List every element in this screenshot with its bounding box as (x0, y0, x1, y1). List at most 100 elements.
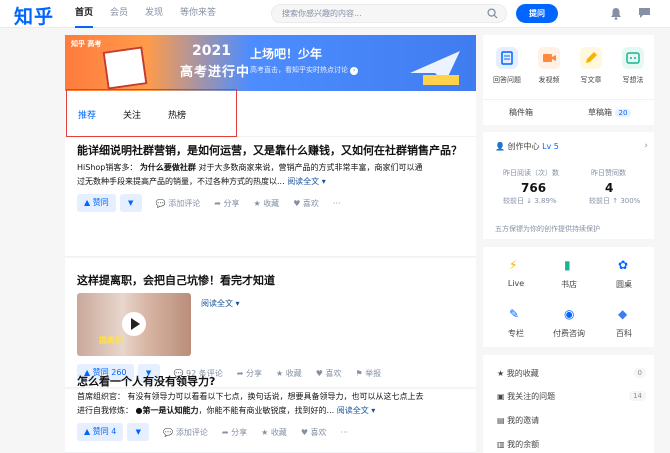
nav-home[interactable]: 首页 (75, 0, 94, 28)
chevron-right-icon[interactable]: › (644, 141, 648, 151)
video-label[interactable]: 发视频 (529, 75, 569, 85)
zhihu-logo[interactable]: 知乎 (14, 2, 54, 29)
creator-center-header[interactable]: 👤 创作中心 Lv 5 (495, 141, 559, 152)
upvote-label: 赞同 4 (92, 427, 117, 436)
comment-button[interactable]: 💬 添加评论 (156, 198, 201, 209)
level-badge: Lv 5 (542, 142, 559, 151)
search-icon[interactable] (487, 8, 498, 22)
read-all-link[interactable]: 阅读全文 (287, 177, 319, 186)
thumbnail-caption: 提离职 (99, 336, 123, 345)
collect-label: 收藏 (270, 427, 287, 437)
read-all-link[interactable]: 阅读全文 (337, 406, 369, 415)
divider (483, 99, 654, 100)
answer-question-icon[interactable] (496, 47, 518, 69)
downvote-button[interactable]: ▼ (119, 194, 142, 212)
my-invitations-label: 我的邀请 (507, 416, 540, 425)
share-button[interactable]: ➦ 分享 (222, 427, 247, 438)
my-collections-link[interactable]: ★ 我的收藏 (497, 368, 539, 379)
notification-bell-icon[interactable] (610, 7, 622, 23)
card-excerpt[interactable]: 阅读全文 ▾ (201, 297, 321, 311)
nav-waiting-answers[interactable]: 等你来答 (180, 0, 216, 28)
report-button[interactable]: ⚑ 举报 (355, 368, 381, 379)
share-button[interactable]: ➦ 分享 (214, 198, 239, 209)
draft-box-link[interactable]: 草稿箱 20 (588, 107, 632, 118)
excerpt-pre: 进行自我修炼： (77, 406, 133, 415)
downvote-button[interactable]: ▼ (127, 423, 150, 441)
write-article-label[interactable]: 写文章 (571, 75, 611, 85)
play-icon[interactable] (122, 312, 146, 336)
collect-button[interactable]: ★ 收藏 (276, 368, 302, 379)
video-icon[interactable] (538, 47, 560, 69)
chevron-down-icon[interactable]: ▾ (319, 177, 326, 186)
card-title-3[interactable]: 怎么看一个人有没有领导力? (77, 373, 215, 389)
collect-button[interactable]: ★ 收藏 (261, 427, 287, 438)
upvote-button[interactable]: ▲ 赞同 (77, 194, 116, 212)
share-label: 分享 (246, 368, 263, 378)
messages-icon[interactable] (638, 7, 651, 22)
column-label[interactable]: 专栏 (496, 328, 536, 339)
share-button[interactable]: ➦ 分享 (237, 368, 262, 379)
main-nav: 首页 会员 发现 等你来答 (75, 0, 233, 28)
video-thumbnail[interactable]: 提离职 (77, 293, 191, 356)
card-excerpt[interactable]: 首席组织官： 有没有领导力可以看看以下七点，换句话说，想要具备领导力，也可以从这… (77, 390, 472, 418)
nav-membership[interactable]: 会员 (110, 0, 128, 28)
creator-center-title: 创作中心 (507, 142, 540, 151)
roundtable-label[interactable]: 圆桌 (604, 279, 644, 290)
collect-label: 收藏 (285, 368, 302, 378)
write-idea-icon[interactable] (622, 47, 644, 69)
more-icon[interactable]: ··· (333, 199, 341, 208)
arrow-right-icon: › (350, 67, 359, 75)
reads-change: 较前日 ↓ 3.89% (503, 197, 557, 205)
share-label: 分享 (231, 427, 248, 437)
excerpt-author: HiShop销客多： (77, 163, 138, 172)
bookstore-icon[interactable]: ▮ (564, 258, 571, 272)
live-icon[interactable]: ⚡ (509, 258, 517, 272)
comment-label: 添加评论 (175, 427, 208, 437)
my-balance-link[interactable]: ▥ 我的余额 (497, 439, 539, 450)
paid-consult-icon[interactable]: ◉ (564, 307, 574, 321)
card-title[interactable]: 这样提离职，会把自己坑惨！看完才知道 (77, 272, 275, 288)
collect-label: 收藏 (263, 198, 280, 208)
encyclopedia-label[interactable]: 百科 (604, 328, 644, 339)
write-article-icon[interactable] (580, 47, 602, 69)
paper-plane-icon (410, 51, 460, 85)
read-all-link[interactable]: 阅读全文 (201, 299, 233, 308)
ask-question-button[interactable]: 提问 (516, 4, 558, 23)
comment-label: 添加评论 (168, 198, 201, 208)
bookstore-label[interactable]: 书店 (549, 279, 589, 290)
card-excerpt[interactable]: HiShop销客多： 为什么要做社群 对于大多数商家来说，营销产品的方式非常丰富… (77, 161, 472, 189)
comment-button[interactable]: 💬 添加评论 (163, 427, 208, 438)
drafts-link[interactable]: 稿件箱 (509, 107, 533, 118)
followed-questions-count: 14 (629, 391, 646, 401)
column-icon[interactable]: ✎ (509, 307, 519, 321)
banner-art-title: 高考进行中 (180, 65, 251, 80)
upvote-button[interactable]: ▲ 赞同 4 (77, 423, 124, 441)
followed-questions-link[interactable]: ▣ 我关注的问题 (497, 391, 555, 402)
card-title[interactable]: 能详细说明社群营销，是如何运营，又是靠什么赚钱，又如何在社群销售产品？ (77, 142, 462, 158)
chevron-down-icon[interactable]: ▾ (369, 406, 375, 415)
encyclopedia-icon[interactable]: ◆ (618, 307, 627, 321)
like-button[interactable]: ♥ 喜欢 (293, 198, 319, 209)
write-idea-label[interactable]: 写想法 (613, 75, 653, 85)
chevron-down-icon[interactable]: ▾ (233, 299, 240, 308)
nav-discover[interactable]: 发现 (145, 0, 163, 28)
excerpt-line1: 对于大多数商家来说，营销产品的方式非常丰富，商家们可以通 (198, 163, 423, 172)
more-icon[interactable]: ··· (341, 428, 349, 437)
answer-question-label[interactable]: 回答问题 (487, 75, 527, 85)
live-label[interactable]: Live (496, 279, 536, 288)
like-button[interactable]: ♥ 喜欢 (316, 368, 342, 379)
like-button[interactable]: ♥ 喜欢 (301, 427, 327, 438)
my-invitations-link[interactable]: ▤ 我的邀请 (497, 415, 539, 426)
excerpt-bold: 为什么要做社群 (139, 163, 196, 172)
votes-value: 4 (605, 181, 614, 195)
search-placeholder: 搜索你感兴趣的内容... (282, 9, 362, 18)
card-actions: ▲ 赞同 ▼ 💬 添加评论 ➦ 分享 ★ 收藏 ♥ 喜欢 ··· (77, 194, 355, 212)
search-input[interactable]: 搜索你感兴趣的内容... (271, 4, 507, 23)
gaokao-banner[interactable]: 知乎 高考 2021 高考进行中 上场吧！少年 高考直击，看知乎实时热点讨论 › (65, 35, 476, 91)
creator-icon: 👤 (495, 142, 505, 151)
paid-consult-label[interactable]: 付费咨询 (543, 328, 595, 339)
excerpt-line2: 过无数种手段来提高产品的销量，不过各种方式的热度以... (77, 177, 285, 186)
excerpt-author: 首席组织官： (77, 392, 125, 401)
collect-button[interactable]: ★ 收藏 (253, 198, 279, 209)
roundtable-icon[interactable]: ✿ (618, 258, 628, 272)
